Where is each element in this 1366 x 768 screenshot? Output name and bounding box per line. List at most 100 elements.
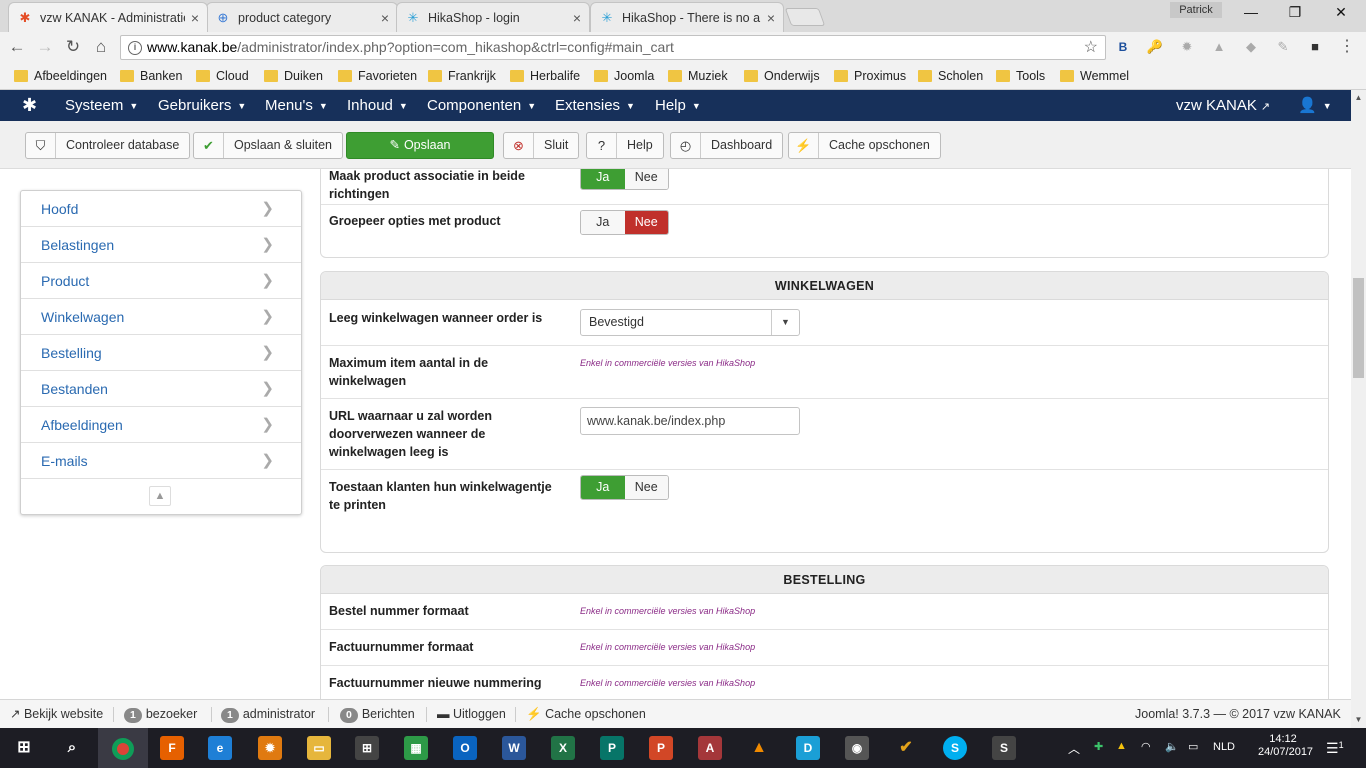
product-association-toggle[interactable]: Ja Nee [580,169,669,190]
menu-icon[interactable]: ⋮ [1338,38,1356,56]
bookmark-banken[interactable]: Banken [120,67,182,85]
sidebar-item-afbeeldingen[interactable]: Afbeeldingen ❯ [21,407,301,443]
sidebar-item-winkelwagen[interactable]: Winkelwagen ❯ [21,299,301,335]
windows-start-icon[interactable]: ⊞ [12,736,36,760]
sidebar-item-hoofd[interactable]: Hoofd ❯ [21,191,301,227]
bookmark-herbalife[interactable]: Herbalife [510,67,580,85]
reload-icon[interactable]: ↻ [62,36,84,58]
access-icon[interactable]: A [698,736,722,760]
dashboard-button[interactable]: ◴ Dashboard [670,132,784,159]
battery-icon[interactable]: ▭ [1188,740,1198,753]
extension-gear-icon[interactable]: ✹ [1178,38,1196,56]
drive-icon[interactable]: ▲ [1210,38,1228,56]
bookmark-afbeeldingen[interactable]: Afbeeldingen [14,67,107,85]
menu-extensies[interactable]: Extensies ▼ [555,90,635,121]
page-scrollbar[interactable]: ▲ ▼ [1351,90,1366,728]
tab-vzw-kanak[interactable]: ✱ vzw KANAK - Administratie × [8,2,208,32]
info-icon[interactable]: i [128,41,142,55]
vlc-icon[interactable]: ▲ [747,736,771,760]
joomla-logo-icon[interactable]: ✱ [22,90,37,121]
menu-componenten[interactable]: Componenten ▼ [427,90,536,121]
publisher-icon[interactable]: P [600,736,624,760]
search-icon[interactable]: ⌕ [60,736,84,760]
menu-help[interactable]: Help ▼ [655,90,701,121]
menu-systeem[interactable]: Systeem ▼ [65,90,138,121]
save-button[interactable]: ✎ Opslaan [346,132,494,159]
clock[interactable]: 14:12 24/07/2017 [1258,733,1313,759]
yes-option[interactable]: Ja [581,169,625,189]
messages-status[interactable]: 0 Berichten [340,707,415,723]
close-window-icon[interactable]: ✕ [1326,4,1356,24]
check-database-button[interactable]: ⛉ Controleer database [25,132,191,159]
file-explorer-icon[interactable]: ▭ [307,736,331,760]
outlook-icon[interactable]: O [453,736,477,760]
menu-inhoud[interactable]: Inhoud ▼ [347,90,408,121]
view-site-link[interactable]: ↗ Bekijk website [10,707,103,722]
new-tab-button[interactable] [784,8,826,26]
menu-menus[interactable]: Menu's ▼ [265,90,328,121]
notification-icon[interactable]: ☰1 [1326,740,1344,757]
home-icon[interactable]: ⌂ [90,36,112,58]
no-option[interactable]: Nee [624,169,668,189]
tray-chevron-icon[interactable]: ︿ [1068,740,1080,757]
tab-product-category[interactable]: ⊕ product category × [206,2,398,32]
tray-app-icon[interactable]: ✚ [1094,740,1103,753]
bookmark-favorieten[interactable]: Favorieten [338,67,417,85]
bookmark-cloud[interactable]: Cloud [196,67,249,85]
bookmark-proximus[interactable]: Proximus [834,67,906,85]
wifi-icon[interactable]: ◠ [1141,740,1151,753]
extension-b-icon[interactable]: B [1114,38,1132,56]
bookmark-wemmel[interactable]: Wemmel [1060,67,1129,85]
scroll-thumb[interactable] [1353,278,1364,378]
extension-badge-icon[interactable]: ■ [1306,38,1324,56]
key-icon[interactable]: 🔑 [1146,38,1164,56]
scroll-down-icon[interactable]: ▼ [1351,712,1366,728]
store-icon[interactable]: ⊞ [355,736,379,760]
yes-option[interactable]: Ja [581,211,625,234]
print-cart-toggle[interactable]: Ja Nee [580,475,669,500]
edge-icon[interactable]: e [208,736,232,760]
close-button[interactable]: ⊗ Sluit [503,132,580,159]
excel-icon[interactable]: X [551,736,575,760]
pdf-icon[interactable]: ✎ [1274,38,1292,56]
tasks-icon[interactable]: ✔ [894,736,918,760]
bookmark-duiken[interactable]: Duiken [264,67,323,85]
restore-icon[interactable]: ❐ [1280,4,1310,24]
help-button[interactable]: ? Help [586,132,664,159]
skype-icon[interactable]: S [943,736,967,760]
user-menu[interactable]: 👤 ▼ [1298,90,1332,121]
forward-icon[interactable]: → [34,36,56,58]
save-close-button[interactable]: ✔ Opslaan & sluiten [193,132,343,159]
redirect-url-input[interactable]: www.kanak.be/index.php [580,407,800,435]
no-option[interactable]: Nee [624,476,668,499]
close-tab-icon[interactable]: × [381,10,389,26]
clear-cache-link[interactable]: ⚡ Cache opschonen [526,707,646,722]
sidebar-item-belastingen[interactable]: Belastingen ❯ [21,227,301,263]
menu-gebruikers[interactable]: Gebruikers ▼ [158,90,246,121]
bookmark-tools[interactable]: Tools [996,67,1045,85]
close-tab-icon[interactable]: × [767,10,775,26]
yes-option[interactable]: Ja [581,476,625,499]
bookmark-star-icon[interactable]: ☆ [1084,36,1098,59]
volume-icon[interactable]: 🔈 [1165,740,1179,753]
site-link[interactable]: vzw KANAK ↗ [1176,90,1270,121]
language-indicator[interactable]: NLD [1213,741,1235,753]
snipping-tool-icon[interactable]: S [992,736,1016,760]
profile-button[interactable]: Patrick [1170,2,1222,18]
group-options-toggle[interactable]: Ja Nee [580,210,669,235]
powerpoint-icon[interactable]: P [649,736,673,760]
bookmark-muziek[interactable]: Muziek [668,67,728,85]
no-option[interactable]: Nee [624,211,668,234]
sidebar-item-e-mails[interactable]: E-mails ❯ [21,443,301,479]
bookmark-joomla[interactable]: Joomla [594,67,654,85]
camera-icon[interactable]: ◉ [845,736,869,760]
sidebar-item-bestelling[interactable]: Bestelling ❯ [21,335,301,371]
settings-app-icon[interactable]: ✹ [258,736,282,760]
tab-hikashop-login[interactable]: ✳ HikaShop - login × [396,2,590,32]
logout-link[interactable]: ▬ Uitloggen [437,707,506,722]
chrome-taskbar-icon[interactable] [98,728,148,768]
bookmark-scholen[interactable]: Scholen [918,67,983,85]
bookmark-frankrijk[interactable]: Frankrijk [428,67,496,85]
address-bar[interactable]: i www.kanak.be/administrator/index.php?o… [120,35,1106,60]
word-icon[interactable]: W [502,736,526,760]
